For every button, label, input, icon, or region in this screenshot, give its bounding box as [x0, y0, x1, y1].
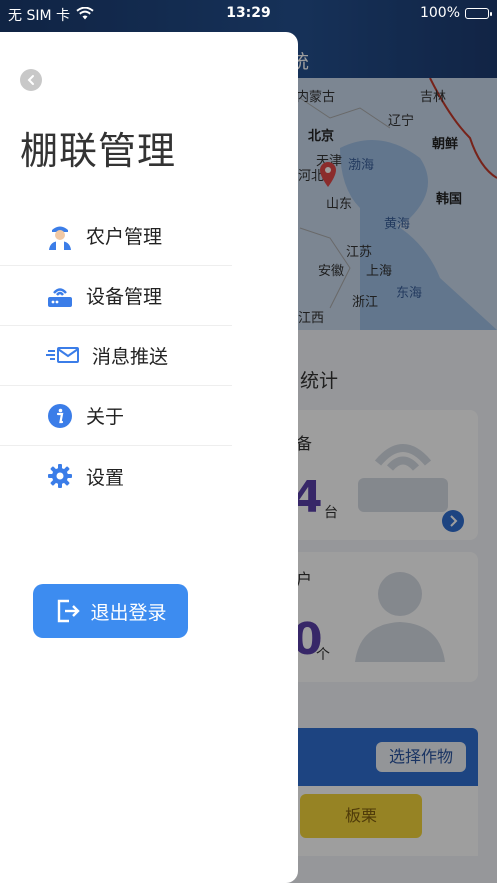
menu-label-device-management: 设备管理: [86, 286, 163, 308]
router-icon: [46, 282, 74, 310]
menu-label-farmer-management: 农户管理: [86, 226, 163, 248]
menu-label-about: 关于: [86, 406, 125, 428]
menu-label-message-push: 消息推送: [92, 346, 169, 368]
menu-item-farmer-management[interactable]: 农户管理: [0, 206, 232, 266]
menu-item-about[interactable]: 关于: [0, 386, 232, 446]
back-button[interactable]: [20, 69, 42, 91]
drawer-title: 棚联管理: [20, 129, 177, 173]
drawer-menu: 农户管理 设备管理 消息推送 关于 设置: [0, 206, 232, 506]
battery-icon: [465, 7, 492, 19]
status-bar: 无 SIM 卡 13:29 100%: [0, 0, 497, 28]
chevron-left-icon: [25, 71, 37, 90]
menu-item-settings[interactable]: 设置: [0, 446, 232, 506]
battery-percent: 100%: [419, 5, 460, 21]
message-icon: [46, 342, 80, 370]
logout-icon: [54, 597, 82, 625]
farmer-icon: [46, 222, 74, 250]
gear-icon: [46, 462, 74, 490]
side-drawer: 棚联管理 农户管理 设备管理 消息推送 关于 设置 退出登录: [0, 32, 298, 883]
logout-label: 退出登录: [90, 601, 167, 624]
status-right: 100%: [419, 5, 492, 21]
menu-item-device-management[interactable]: 设备管理: [0, 266, 232, 326]
logout-button[interactable]: 退出登录: [33, 584, 188, 638]
menu-item-message-push[interactable]: 消息推送: [0, 326, 232, 386]
info-icon: [46, 402, 74, 430]
menu-label-settings: 设置: [86, 466, 125, 489]
